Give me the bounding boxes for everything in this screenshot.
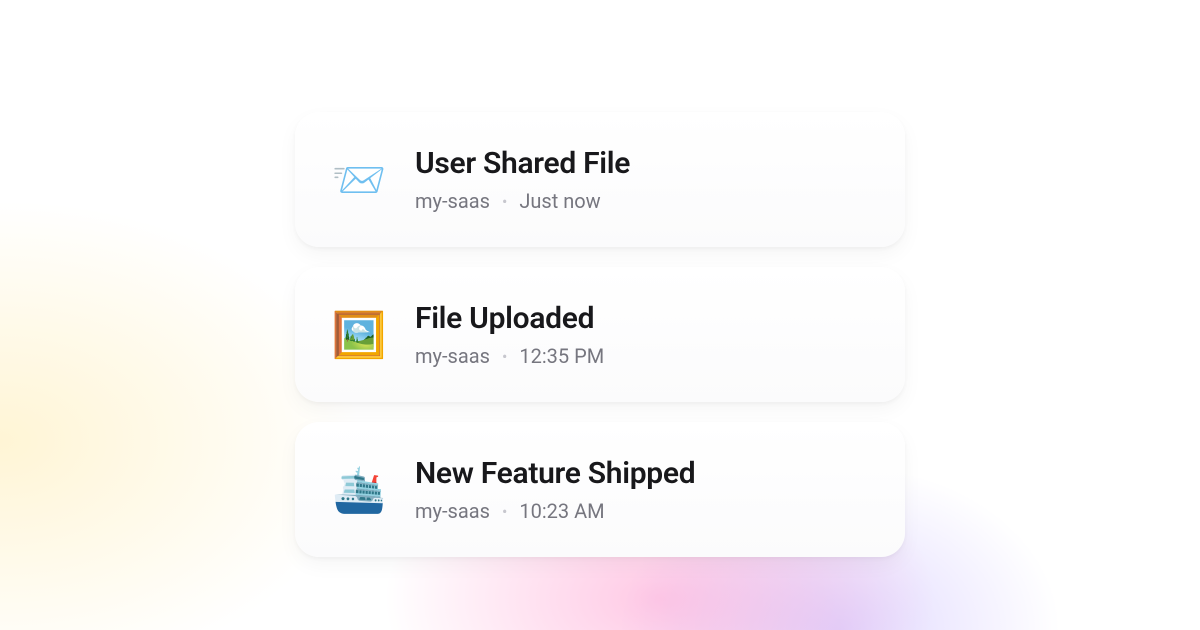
notification-list: 📨 User Shared File my-saas • Just now 🖼️… [295,112,905,557]
notification-meta: my-saas • 10:23 AM [415,499,695,523]
notification-title: User Shared File [415,146,630,181]
notification-title: File Uploaded [415,301,604,336]
notification-body: File Uploaded my-saas • 12:35 PM [415,301,604,368]
notification-time: 12:35 PM [519,344,604,368]
notification-meta: my-saas • Just now [415,189,630,213]
notification-app: my-saas [415,499,490,523]
separator-dot: • [502,347,507,366]
separator-dot: • [502,502,507,521]
notification-app: my-saas [415,344,490,368]
notification-meta: my-saas • 12:35 PM [415,344,604,368]
ship-icon: 🛳️ [331,462,387,518]
notification-body: User Shared File my-saas • Just now [415,146,630,213]
notification-title: New Feature Shipped [415,456,695,491]
notification-time: Just now [519,189,600,213]
notification-time: 10:23 AM [519,499,604,523]
separator-dot: • [502,192,507,211]
notification-card[interactable]: 🖼️ File Uploaded my-saas • 12:35 PM [295,267,905,402]
mail-icon: 📨 [331,152,387,208]
notification-app: my-saas [415,189,490,213]
notification-body: New Feature Shipped my-saas • 10:23 AM [415,456,695,523]
picture-icon: 🖼️ [331,307,387,363]
notification-card[interactable]: 📨 User Shared File my-saas • Just now [295,112,905,247]
notification-card[interactable]: 🛳️ New Feature Shipped my-saas • 10:23 A… [295,422,905,557]
